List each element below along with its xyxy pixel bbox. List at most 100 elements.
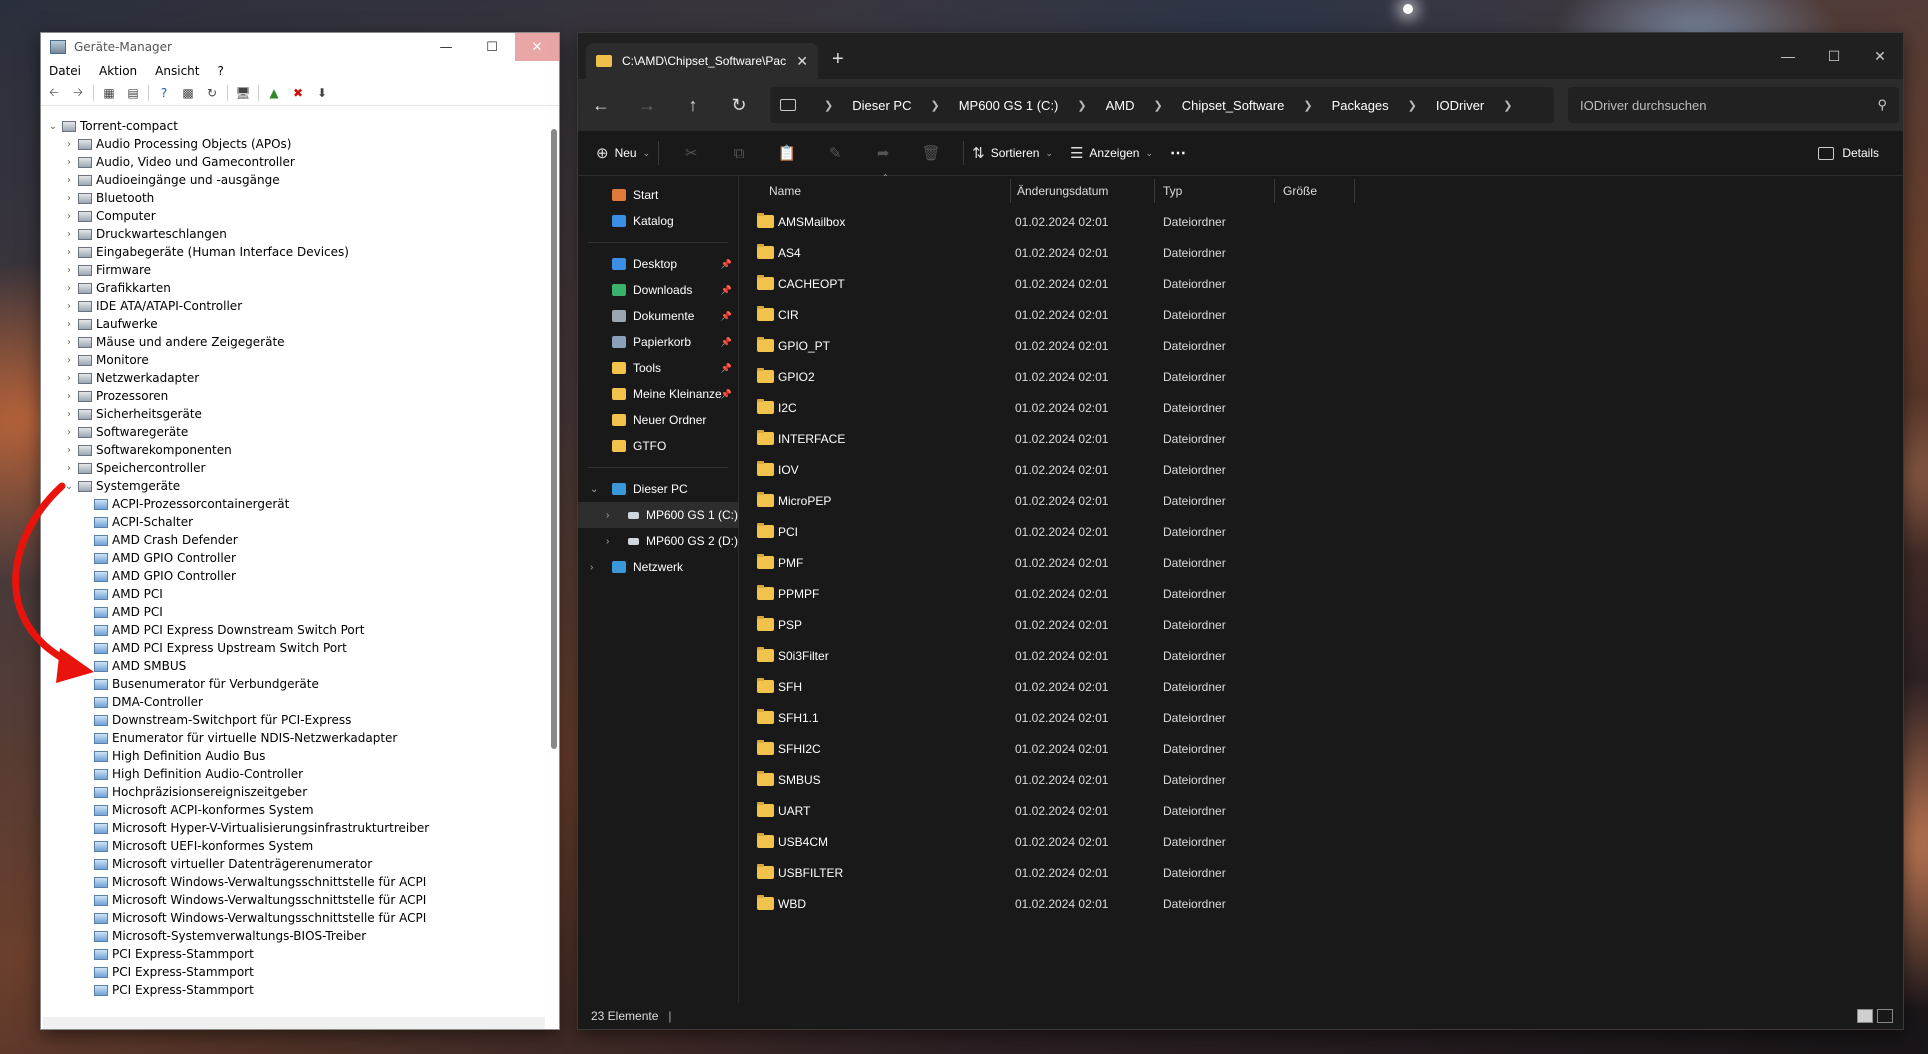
- file-row[interactable]: SFH 01.02.2024 02:01 Dateiordner: [739, 671, 1903, 702]
- tree-category[interactable]: › Sicherheitsgeräte: [43, 405, 545, 423]
- breadcrumb-1[interactable]: MP600 GS 1 (C:): [950, 98, 1068, 113]
- tree-device[interactable]: AMD GPIO Controller: [43, 549, 545, 567]
- file-row[interactable]: IOV 01.02.2024 02:01 Dateiordner: [739, 454, 1903, 485]
- tree-category-expanded[interactable]: ⌄ Systemgeräte: [43, 477, 545, 495]
- chevron-icon[interactable]: ›: [63, 139, 75, 150]
- close-tab-icon[interactable]: ✕: [796, 53, 808, 70]
- tree-device[interactable]: Microsoft ACPI-konformes System: [43, 801, 545, 819]
- nav-item-quick-access[interactable]: Neuer Ordner: [578, 407, 738, 433]
- refresh-icon[interactable]: ↻: [716, 95, 762, 116]
- tab-current-folder[interactable]: C:\AMD\Chipset_Software\Pac ✕: [586, 43, 818, 79]
- chevron-icon[interactable]: ›: [63, 319, 75, 330]
- forward-icon[interactable]: →: [624, 95, 670, 116]
- more-options-icon[interactable]: ⋯: [1170, 143, 1186, 163]
- file-row[interactable]: SFHI2C 01.02.2024 02:01 Dateiordner: [739, 733, 1903, 764]
- tree-device[interactable]: AMD PCI Express Upstream Switch Port: [43, 639, 545, 657]
- tree-category[interactable]: › Audio Processing Objects (APOs): [43, 135, 545, 153]
- column-date[interactable]: Änderungsdatum: [1011, 179, 1155, 203]
- chevron-icon[interactable]: ›: [63, 193, 75, 204]
- back-icon[interactable]: ←: [578, 95, 624, 116]
- file-row[interactable]: GPIO_PT 01.02.2024 02:01 Dateiordner: [739, 330, 1903, 361]
- address-bar[interactable]: ❯ Dieser PC ❯ MP600 GS 1 (C:) ❯ AMD ❯ Chipset_S…: [770, 87, 1554, 123]
- action-view-icon[interactable]: ▩: [179, 85, 197, 101]
- chevron-icon[interactable]: ›: [63, 409, 75, 420]
- file-row[interactable]: WBD 01.02.2024 02:01 Dateiordner: [739, 888, 1903, 919]
- file-row[interactable]: SFH1.1 01.02.2024 02:01 Dateiordner: [739, 702, 1903, 733]
- nav-item-drive[interactable]: › MP600 GS 2 (D:): [578, 528, 738, 554]
- tree-category[interactable]: › Mäuse und andere Zeigegeräte: [43, 333, 545, 351]
- tree-device[interactable]: PCI Express-Stammport: [43, 945, 545, 963]
- chevron-icon[interactable]: ›: [63, 445, 75, 456]
- menu-aktion[interactable]: Aktion: [99, 64, 137, 78]
- tree-device[interactable]: Microsoft virtueller Datenträgerenumerat…: [43, 855, 545, 873]
- chevron-icon[interactable]: ›: [63, 427, 75, 438]
- file-row[interactable]: INTERFACE 01.02.2024 02:01 Dateiordner: [739, 423, 1903, 454]
- update-driver-icon[interactable]: ↻: [203, 85, 221, 101]
- column-size[interactable]: Größe: [1275, 179, 1355, 203]
- tree-device[interactable]: High Definition Audio Bus: [43, 747, 545, 765]
- tree-device[interactable]: Microsoft Windows-Verwaltungsschnittstel…: [43, 891, 545, 909]
- chevron-icon[interactable]: ›: [63, 283, 75, 294]
- nav-item-quick-access[interactable]: Dokumente 📌: [578, 303, 738, 329]
- nav-item-quick-access[interactable]: GTFO: [578, 433, 738, 459]
- tree-category[interactable]: › Audioeingänge und -ausgänge: [43, 171, 545, 189]
- tree-device[interactable]: AMD SMBUS: [43, 657, 545, 675]
- nav-item-network[interactable]: › Netzwerk: [578, 554, 738, 580]
- new-tab-button[interactable]: +: [832, 48, 844, 71]
- tree-category[interactable]: › Laufwerke: [43, 315, 545, 333]
- details-view-icon[interactable]: [1857, 1009, 1873, 1023]
- nav-item-drive[interactable]: › MP600 GS 1 (C:): [578, 502, 738, 528]
- file-row[interactable]: PPMPF 01.02.2024 02:01 Dateiordner: [739, 578, 1903, 609]
- tree-device[interactable]: Microsoft-Systemverwaltungs-BIOS-Treiber: [43, 927, 545, 945]
- chevron-icon[interactable]: ⌄: [47, 121, 59, 132]
- tree-device[interactable]: ACPI-Prozessorcontainergerät: [43, 495, 545, 513]
- file-row[interactable]: USB4CM 01.02.2024 02:01 Dateiordner: [739, 826, 1903, 857]
- file-row[interactable]: I2C 01.02.2024 02:01 Dateiordner: [739, 392, 1903, 423]
- scan-hardware-icon[interactable]: 🖥: [234, 85, 252, 101]
- nav-item-this-pc[interactable]: ⌄ Dieser PC: [578, 476, 738, 502]
- download-icon[interactable]: ⬇: [313, 85, 331, 101]
- minimize-button[interactable]: —: [423, 33, 469, 61]
- file-row[interactable]: AMSMailbox 01.02.2024 02:01 Dateiordner: [739, 206, 1903, 237]
- tree-device[interactable]: Microsoft Hyper-V-Virtualisierungsinfras…: [43, 819, 545, 837]
- tree-device[interactable]: Microsoft Windows-Verwaltungsschnittstel…: [43, 909, 545, 927]
- tree-device[interactable]: Hochpräzisionsereigniszeitgeber: [43, 783, 545, 801]
- rename-icon[interactable]: ✎: [811, 144, 859, 162]
- nav-item-quick-access[interactable]: Tools 📌: [578, 355, 738, 381]
- close-button[interactable]: ✕: [1857, 33, 1903, 79]
- new-button[interactable]: ⊕ Neu ⌄: [596, 144, 650, 162]
- chevron-right-icon[interactable]: ›: [606, 536, 609, 547]
- tree-device[interactable]: AMD GPIO Controller: [43, 567, 545, 585]
- nav-item-quick-access[interactable]: Downloads 📌: [578, 277, 738, 303]
- minimize-button[interactable]: —: [1765, 33, 1811, 79]
- tree-device[interactable]: AMD PCI: [43, 603, 545, 621]
- tree-device[interactable]: PCI Express-Stammport: [43, 981, 545, 999]
- tree-device[interactable]: PCI Express-Stammport: [43, 963, 545, 981]
- breadcrumb-chevron-icon[interactable]: ❯: [1493, 99, 1522, 112]
- tree-category[interactable]: › IDE ATA/ATAPI-Controller: [43, 297, 545, 315]
- nav-item-quick-access[interactable]: Desktop 📌: [578, 251, 738, 277]
- file-row[interactable]: PCI 01.02.2024 02:01 Dateiordner: [739, 516, 1903, 547]
- tree-category[interactable]: › Eingabegeräte (Human Interface Devices): [43, 243, 545, 261]
- tree-category[interactable]: › Softwaregeräte: [43, 423, 545, 441]
- chevron-icon[interactable]: ›: [63, 211, 75, 222]
- file-row[interactable]: MicroPEP 01.02.2024 02:01 Dateiordner: [739, 485, 1903, 516]
- tree-category[interactable]: › Bluetooth: [43, 189, 545, 207]
- uninstall-device-icon[interactable]: ✖: [289, 85, 307, 101]
- breadcrumb-0[interactable]: Dieser PC: [843, 98, 920, 113]
- show-hide-tree-icon[interactable]: ▦: [100, 85, 118, 101]
- paste-icon[interactable]: 📋: [763, 144, 811, 162]
- tree-category[interactable]: › Prozessoren: [43, 387, 545, 405]
- properties-icon[interactable]: ▤: [124, 85, 142, 101]
- breadcrumb-5[interactable]: IODriver: [1427, 98, 1493, 113]
- breadcrumb-4[interactable]: Packages: [1323, 98, 1398, 113]
- add-driver-icon[interactable]: ▲: [265, 85, 283, 101]
- tree-device[interactable]: AMD Crash Defender: [43, 531, 545, 549]
- menu-ansicht[interactable]: Ansicht: [155, 64, 199, 78]
- chevron-icon[interactable]: ›: [63, 175, 75, 186]
- file-row[interactable]: UART 01.02.2024 02:01 Dateiordner: [739, 795, 1903, 826]
- search-box[interactable]: IODriver durchsuchen ⚲: [1568, 87, 1899, 123]
- maximize-button[interactable]: ☐: [469, 33, 515, 61]
- back-icon[interactable]: 🡠: [45, 85, 63, 101]
- tree-device[interactable]: High Definition Audio-Controller: [43, 765, 545, 783]
